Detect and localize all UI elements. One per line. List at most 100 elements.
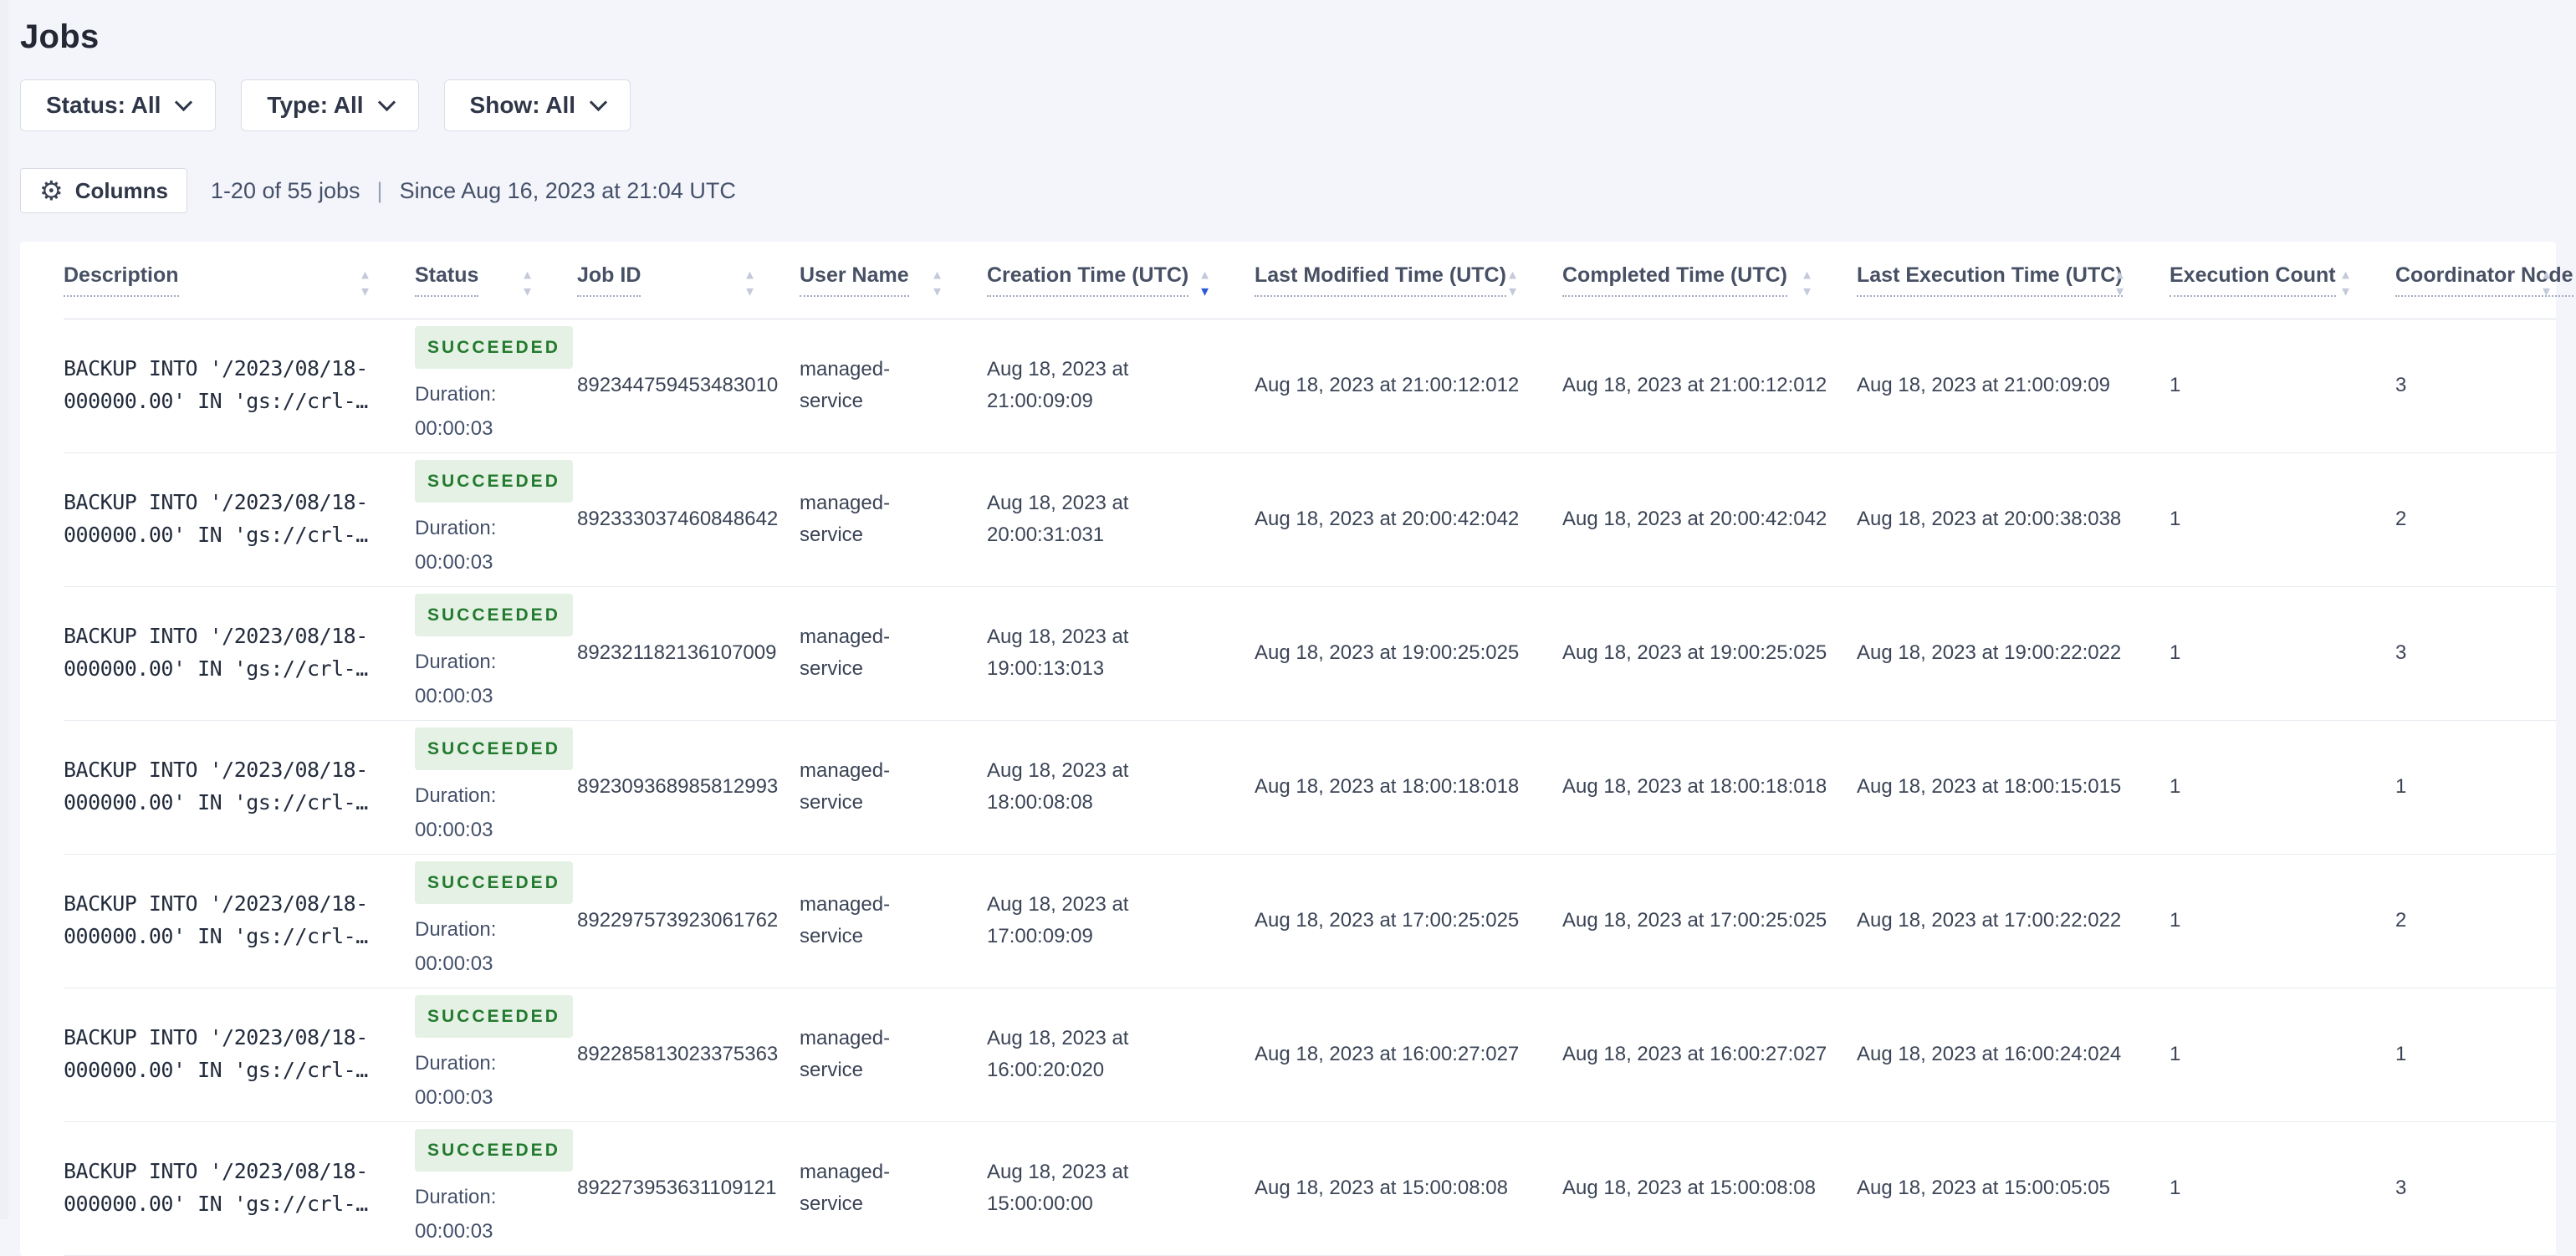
job-id-cell: 892273953631109121 [577,1121,800,1256]
sort-icon [1506,262,1519,292]
show-filter-dropdown[interactable]: Show: All [443,79,631,131]
column-header-completed-time[interactable]: Completed Time (UTC) [1562,242,1857,319]
job-row: BACKUP INTO '/2023/08/18-000000.00' IN '… [64,319,2556,453]
sort-icon [2339,262,2352,292]
column-header-user-name[interactable]: User Name [800,242,987,319]
sort-asc-icon [359,262,371,275]
column-header-status[interactable]: Status [415,242,577,319]
sort-desc-icon [2113,278,2126,292]
status-badge: SUCCEEDED [415,593,573,637]
table-header-row: Description Status Job ID User Name Crea… [64,242,2573,319]
execution-count-cell: 1 [2170,586,2395,721]
last-modified-time-cell: Aug 18, 2023 at 18:00:18:018 [1255,720,1562,855]
status-badge: SUCCEEDED [415,459,573,503]
job-description-link[interactable]: BACKUP INTO '/2023/08/18-000000.00' IN '… [64,624,368,681]
coordinator-node-cell: 2 [2395,854,2556,988]
job-description-link[interactable]: BACKUP INTO '/2023/08/18-000000.00' IN '… [64,490,368,547]
last-execution-time-cell: Aug 18, 2023 at 17:00:22:022 [1857,854,2170,988]
status-badge: SUCCEEDED [415,860,573,905]
status-filter-dropdown[interactable]: Status: All [20,79,217,131]
sort-asc-icon [744,262,756,275]
filter-bar: Status: All Type: All Show: All [20,79,2556,131]
sort-desc-icon [521,278,534,292]
completed-time-cell: Aug 18, 2023 at 21:00:12:012 [1562,319,1857,453]
job-id-cell: 892344759453483010 [577,319,800,453]
duration-label: Duration: [415,383,497,406]
sort-icon [1801,262,1813,292]
coordinator-node-cell: 3 [2395,586,2556,721]
sort-asc-icon [2113,262,2126,275]
execution-count-cell: 1 [2170,319,2395,453]
results-count: 1-20 of 55 jobs [210,177,360,203]
sort-icon [359,262,371,292]
column-header-job-id[interactable]: Job ID [577,242,800,319]
sort-desc-icon [359,278,371,292]
creation-time-cell: Aug 18, 2023 at 18:00:08:08 [987,720,1255,855]
last-modified-time-cell: Aug 18, 2023 at 17:00:25:025 [1255,854,1562,988]
chevron-down-icon [589,93,608,111]
gear-icon [39,177,64,204]
jobs-table: Description Status Job ID User Name Crea… [64,242,2573,1256]
last-modified-time-cell: Aug 18, 2023 at 19:00:25:025 [1255,586,1562,721]
creation-time-cell: Aug 18, 2023 at 15:00:00:00 [987,1121,1255,1256]
type-filter-label: Type: All [267,92,364,118]
job-description-link[interactable]: BACKUP INTO '/2023/08/18-000000.00' IN '… [64,1159,368,1216]
duration-label: Duration: [415,918,497,942]
duration-value: 00:00:03 [415,550,493,574]
job-description-link[interactable]: BACKUP INTO '/2023/08/18-000000.00' IN '… [64,758,368,814]
coordinator-node-cell: 2 [2395,452,2556,587]
coordinator-node-cell: 3 [2395,319,2556,453]
sort-icon [744,262,756,292]
last-execution-time-cell: Aug 18, 2023 at 15:00:05:05 [1857,1121,2170,1256]
duration-label: Duration: [415,1186,497,1209]
column-header-creation-time[interactable]: Creation Time (UTC) [987,242,1255,319]
job-row: BACKUP INTO '/2023/08/18-000000.00' IN '… [64,988,2556,1122]
execution-count-cell: 1 [2170,854,2395,988]
last-modified-time-cell: Aug 18, 2023 at 16:00:27:027 [1255,988,1562,1122]
duration-value: 00:00:03 [415,1085,493,1109]
last-execution-time-cell: Aug 18, 2023 at 21:00:09:09 [1857,319,2170,453]
creation-time-cell: Aug 18, 2023 at 17:00:09:09 [987,854,1255,988]
sort-asc-icon [1199,262,1211,275]
job-description-link[interactable]: BACKUP INTO '/2023/08/18-000000.00' IN '… [64,1025,368,1082]
last-execution-time-cell: Aug 18, 2023 at 18:00:15:015 [1857,720,2170,855]
status-badge: SUCCEEDED [415,1128,573,1172]
show-filter-label: Show: All [469,92,576,118]
column-header-last-execution-time[interactable]: Last Execution Time (UTC) [1857,242,2170,319]
sort-desc-icon [931,278,943,292]
completed-time-cell: Aug 18, 2023 at 18:00:18:018 [1562,720,1857,855]
chevron-down-icon [377,93,396,111]
last-execution-time-cell: Aug 18, 2023 at 20:00:38:038 [1857,452,2170,587]
type-filter-dropdown[interactable]: Type: All [241,79,419,131]
duration-value: 00:00:03 [415,952,493,975]
status-badge: SUCCEEDED [415,727,573,771]
job-description-link[interactable]: BACKUP INTO '/2023/08/18-000000.00' IN '… [64,891,368,948]
user-name-cell: managed-service [800,1121,987,1256]
status-filter-label: Status: All [46,92,161,118]
column-header-coordinator-node[interactable]: Coordinator Node [2395,242,2573,319]
sort-desc-icon [2540,278,2553,292]
completed-time-cell: Aug 18, 2023 at 16:00:27:027 [1562,988,1857,1122]
job-row: BACKUP INTO '/2023/08/18-000000.00' IN '… [64,586,2556,721]
sort-icon [931,262,943,292]
duration-label: Duration: [415,1052,497,1075]
column-header-execution-count[interactable]: Execution Count [2170,242,2395,319]
completed-time-cell: Aug 18, 2023 at 19:00:25:025 [1562,586,1857,721]
execution-count-cell: 1 [2170,720,2395,855]
column-header-description[interactable]: Description [64,242,415,319]
last-execution-time-cell: Aug 18, 2023 at 16:00:24:024 [1857,988,2170,1122]
job-description-link[interactable]: BACKUP INTO '/2023/08/18-000000.00' IN '… [64,356,368,413]
user-name-cell: managed-service [800,319,987,453]
page-title: Jobs [20,18,100,55]
column-header-last-modified-time[interactable]: Last Modified Time (UTC) [1255,242,1562,319]
columns-button-label: Columns [74,177,168,203]
creation-time-cell: Aug 18, 2023 at 20:00:31:031 [987,452,1255,587]
job-id-cell: 892285813023375363 [577,988,800,1122]
user-name-cell: managed-service [800,720,987,855]
completed-time-cell: Aug 18, 2023 at 15:00:08:08 [1562,1121,1857,1256]
sort-asc-icon [1801,262,1813,275]
creation-time-cell: Aug 18, 2023 at 16:00:20:020 [987,988,1255,1122]
since-timestamp: Since Aug 16, 2023 at 21:04 UTC [399,177,736,203]
columns-button[interactable]: Columns [20,168,187,213]
job-id-cell: 892333037460848642 [577,452,800,587]
